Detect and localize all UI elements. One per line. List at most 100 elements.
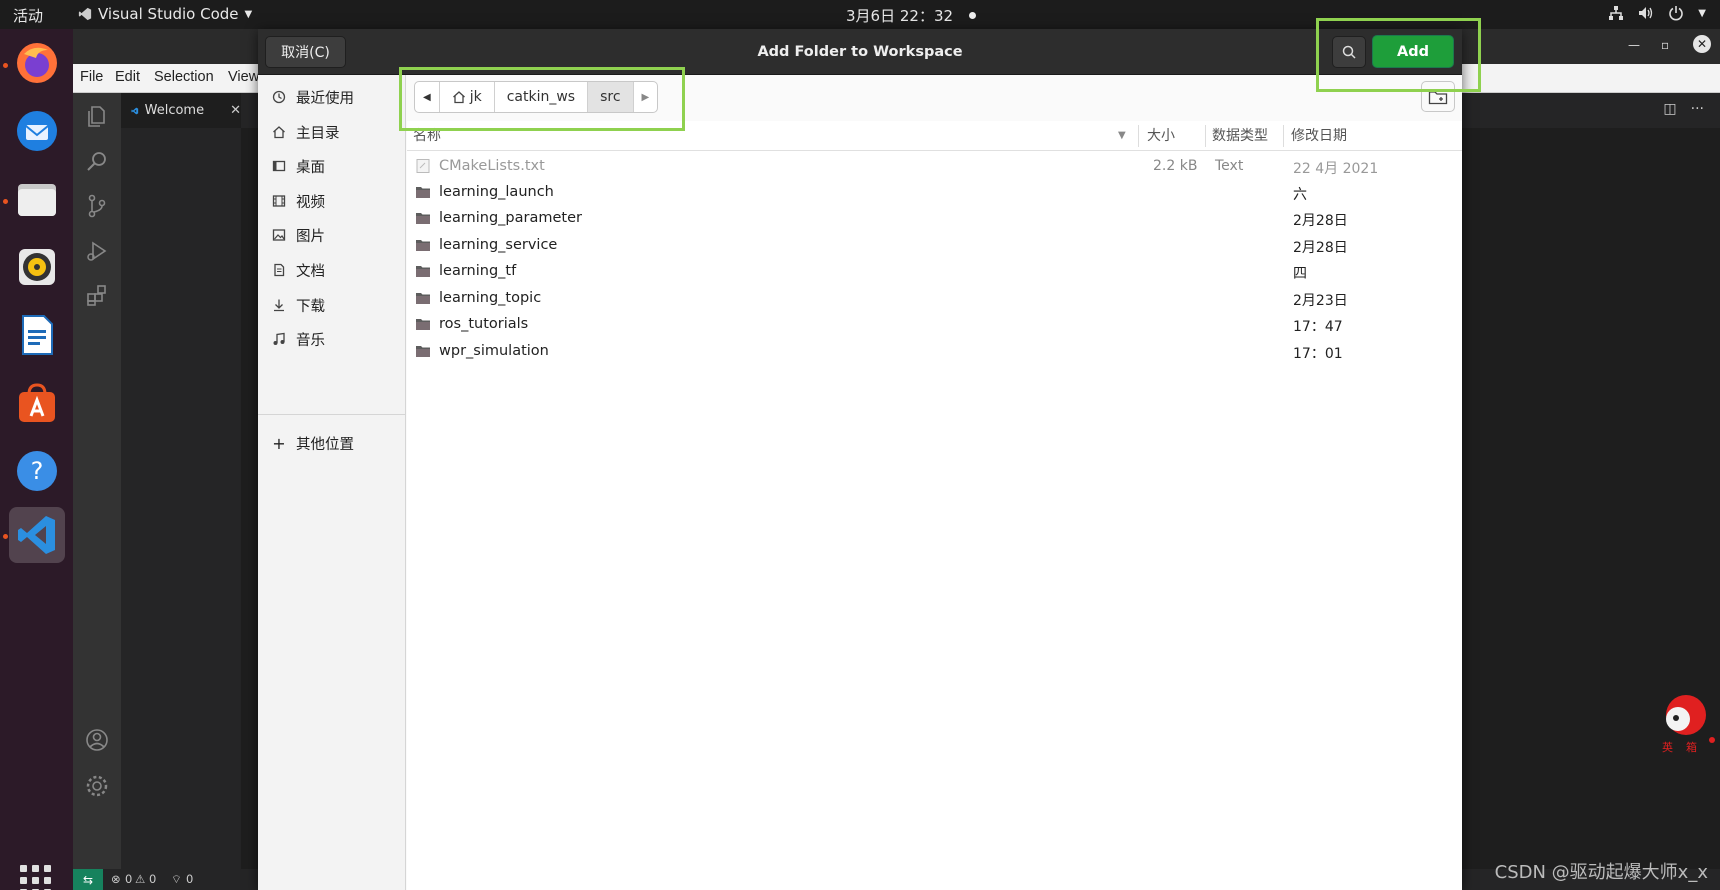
- dock: ?: [0, 29, 73, 890]
- warning-icon[interactable]: ⚠: [135, 872, 145, 886]
- app-menu-label: Visual Studio Code: [98, 5, 239, 23]
- path-forward-button[interactable]: ▶: [634, 82, 658, 112]
- extensions-icon[interactable]: [84, 283, 110, 309]
- column-separator: [1283, 125, 1284, 147]
- app-menu[interactable]: Visual Studio Code ▼: [78, 5, 252, 23]
- place-music[interactable]: 音乐: [272, 327, 325, 351]
- column-modified[interactable]: 修改日期: [1291, 121, 1347, 151]
- cancel-button[interactable]: 取消(C): [265, 36, 346, 68]
- ports-icon[interactable]: ⌔: [171, 872, 182, 887]
- software-icon[interactable]: [9, 375, 65, 431]
- folder-icon: [416, 319, 430, 330]
- place-recent[interactable]: 最近使用: [272, 85, 354, 109]
- menu-edit[interactable]: Edit: [115, 69, 140, 85]
- files-icon[interactable]: [9, 171, 65, 227]
- help-icon[interactable]: ?: [9, 443, 65, 499]
- tab-label: Welcome: [144, 103, 205, 118]
- volume-icon: [1639, 7, 1653, 19]
- more-actions-icon[interactable]: ···: [1691, 101, 1704, 117]
- folder-row[interactable]: learning_parameter 2月28日: [407, 206, 1462, 232]
- path-segment-catkin-ws[interactable]: catkin_ws: [495, 82, 589, 112]
- system-tray[interactable]: ▼: [1608, 5, 1706, 21]
- clock-text: 3月6日 22：32: [846, 7, 954, 25]
- folder-icon: [416, 213, 430, 224]
- vscode-icon[interactable]: [9, 507, 65, 563]
- run-debug-icon[interactable]: [84, 238, 110, 264]
- search-button[interactable]: [1332, 36, 1366, 68]
- path-segment-src[interactable]: src: [588, 82, 634, 112]
- rhythmbox-icon[interactable]: [9, 239, 65, 295]
- folder-icon: [416, 187, 430, 198]
- place-label: 下载: [296, 298, 325, 315]
- place-downloads[interactable]: 下载: [272, 293, 325, 317]
- maximize-icon[interactable]: ▫: [1661, 38, 1669, 52]
- new-folder-button[interactable]: [1421, 81, 1455, 112]
- clock[interactable]: 3月6日 22：32: [846, 5, 977, 26]
- dialog-title: Add Folder to Workspace: [757, 44, 963, 60]
- file-name: learning_tf: [439, 263, 517, 279]
- tab-close-icon[interactable]: ✕: [230, 103, 241, 118]
- folder-row[interactable]: learning_service 2月28日: [407, 233, 1462, 259]
- place-label: 图片: [296, 228, 325, 245]
- place-label: 最近使用: [296, 90, 354, 107]
- place-pictures[interactable]: 图片: [272, 223, 325, 247]
- new-folder-icon: [1428, 90, 1448, 104]
- menu-selection[interactable]: Selection: [154, 69, 214, 85]
- place-label: 音乐: [296, 332, 325, 349]
- place-other-locations[interactable]: + 其他位置: [272, 431, 354, 455]
- place-home[interactable]: 主目录: [272, 120, 340, 144]
- place-videos[interactable]: 视频: [272, 189, 325, 213]
- menu-file[interactable]: File: [80, 69, 103, 85]
- network-icon: [1609, 6, 1624, 20]
- error-icon[interactable]: ⊗: [111, 872, 121, 886]
- file-modified: 2月23日: [1293, 293, 1348, 309]
- file-name: learning_service: [439, 237, 558, 253]
- column-name[interactable]: 名称: [413, 121, 441, 151]
- text-file-icon: [416, 159, 430, 173]
- column-type[interactable]: 数据类型: [1212, 121, 1268, 151]
- thunderbird-icon[interactable]: [9, 103, 65, 159]
- file-name: wpr_simulation: [439, 343, 549, 359]
- column-size[interactable]: 大小: [1147, 121, 1175, 151]
- remote-button[interactable]: ⇆: [73, 869, 103, 890]
- add-folder-dialog: Add Folder to Workspace 取消(C) Add 最近使用 主…: [258, 29, 1462, 890]
- place-documents[interactable]: 文档: [272, 258, 325, 282]
- folder-row[interactable]: ros_tutorials 17：47: [407, 312, 1462, 338]
- file-row[interactable]: CMakeLists.txt 2.2 kB Text 22 4月 2021: [407, 154, 1462, 180]
- path-label: jk: [469, 89, 482, 105]
- activities-button[interactable]: 活动: [13, 5, 43, 26]
- menu-view[interactable]: View: [228, 69, 259, 85]
- power-icon: [1669, 6, 1684, 21]
- download-icon: [274, 299, 284, 312]
- writer-icon[interactable]: [9, 307, 65, 363]
- place-desktop[interactable]: 桌面: [272, 154, 325, 178]
- folder-icon: [416, 266, 430, 277]
- add-button[interactable]: Add: [1372, 35, 1454, 68]
- search-icon[interactable]: [84, 148, 110, 174]
- account-icon[interactable]: [84, 727, 110, 753]
- close-icon[interactable]: ✕: [1693, 35, 1711, 53]
- tab-welcome[interactable]: Welcome ✕: [121, 93, 241, 128]
- warning-count: 0: [149, 872, 157, 886]
- firefox-icon[interactable]: [9, 35, 65, 91]
- folder-row[interactable]: learning_tf 四: [407, 259, 1462, 285]
- folder-row[interactable]: learning_launch 六: [407, 180, 1462, 206]
- folder-row[interactable]: wpr_simulation 17：01: [407, 339, 1462, 365]
- path-back-button[interactable]: ◀: [415, 82, 440, 112]
- explorer-icon[interactable]: [84, 103, 110, 129]
- place-label: 桌面: [296, 159, 325, 176]
- file-name: ros_tutorials: [439, 316, 529, 332]
- settings-gear-icon[interactable]: [84, 773, 110, 799]
- running-indicator: [3, 199, 8, 204]
- split-editor-icon[interactable]: ◫: [1663, 101, 1676, 117]
- folder-icon: [416, 293, 430, 304]
- chevron-down-icon: ▼: [1698, 7, 1706, 19]
- source-control-icon[interactable]: [84, 193, 110, 219]
- running-indicator: [3, 534, 8, 539]
- path-segment-jk[interactable]: jk: [440, 82, 495, 112]
- folder-icon: [416, 240, 430, 251]
- show-apps-icon[interactable]: [20, 865, 51, 890]
- folder-row[interactable]: learning_topic 2月23日: [407, 286, 1462, 312]
- file-size: 2.2 kB: [1153, 158, 1198, 174]
- minimize-icon[interactable]: —: [1628, 38, 1640, 52]
